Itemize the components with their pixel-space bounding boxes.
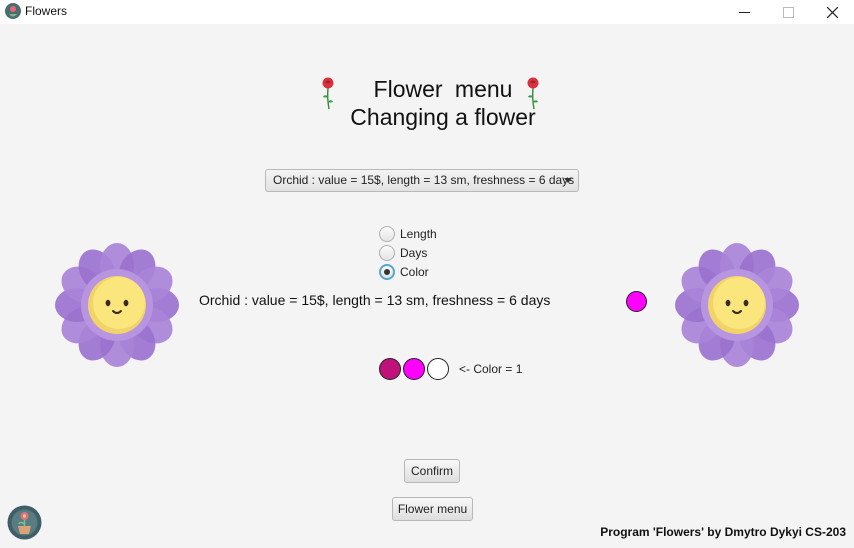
flower-app-icon bbox=[5, 3, 21, 19]
flower-menu-button[interactable]: Flower menu bbox=[392, 497, 473, 521]
radio-dot bbox=[384, 269, 390, 275]
close-button[interactable] bbox=[810, 0, 854, 24]
radio-circle[interactable] bbox=[379, 226, 395, 242]
window-title: Flowers bbox=[25, 4, 68, 18]
credit-text: Program 'Flowers' by Dmytro Dykyi CS-203 bbox=[600, 525, 846, 539]
flower-select[interactable]: Orchid : value = 15$, length = 13 sm, fr… bbox=[265, 169, 579, 192]
smiling-flower-icon bbox=[55, 243, 179, 367]
radio-circle-selected[interactable] bbox=[379, 264, 395, 280]
page-subtitle: Changing a flower bbox=[350, 104, 536, 130]
maximize-icon bbox=[783, 6, 794, 18]
close-icon bbox=[827, 6, 838, 18]
radio-label: Length bbox=[400, 227, 437, 241]
current-color-indicator bbox=[626, 291, 647, 312]
minimize-button[interactable] bbox=[722, 0, 767, 24]
color-swatch-3[interactable] bbox=[427, 358, 449, 380]
color-note: <- Color = 1 bbox=[459, 362, 523, 376]
radio-color[interactable]: Color bbox=[379, 263, 429, 281]
flower-pot-logo bbox=[7, 505, 42, 540]
rose-icon bbox=[527, 77, 539, 110]
radio-days[interactable]: Days bbox=[379, 244, 427, 262]
color-swatch-2[interactable] bbox=[403, 358, 425, 380]
smiling-flower-icon bbox=[675, 243, 799, 367]
minimize-icon bbox=[739, 11, 750, 13]
flower-info-text: Orchid : value = 15$, length = 13 sm, fr… bbox=[199, 292, 551, 308]
radio-length[interactable]: Length bbox=[379, 225, 437, 243]
color-swatch-1[interactable] bbox=[379, 358, 401, 380]
maximize-button[interactable] bbox=[766, 0, 811, 24]
confirm-button[interactable]: Confirm bbox=[404, 459, 460, 483]
radio-circle[interactable] bbox=[379, 245, 395, 261]
page-title: Flower menu bbox=[373, 76, 513, 102]
chevron-down-icon bbox=[564, 178, 572, 183]
flower-select-value: Orchid : value = 15$, length = 13 sm, fr… bbox=[273, 173, 575, 187]
radio-label: Days bbox=[400, 246, 428, 260]
title-bar: Flowers bbox=[0, 0, 854, 24]
radio-label: Color bbox=[400, 265, 429, 279]
